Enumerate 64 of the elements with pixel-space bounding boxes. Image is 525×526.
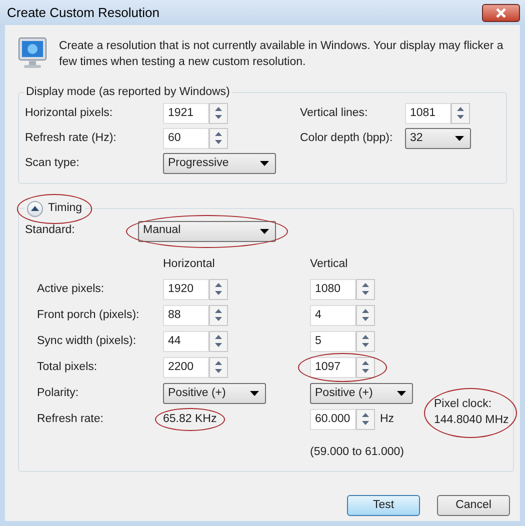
number-field[interactable]: 5 [310, 330, 356, 352]
caret-icon [455, 136, 464, 142]
field-label: Scan type: [25, 156, 80, 172]
caret-icon [397, 390, 406, 396]
field-label: Polarity: [37, 386, 80, 401]
dropdown[interactable]: Positive (+) [163, 382, 266, 404]
number-field[interactable]: 1920 [163, 278, 209, 300]
field-label: Pixel clock: [434, 396, 493, 412]
spin-button[interactable] [209, 128, 228, 150]
field-label: Color depth (bpp): [300, 131, 394, 146]
range-text: (59.000 to 61.000) [310, 444, 405, 460]
spin-button[interactable] [356, 408, 375, 430]
number-field[interactable]: 1081 [405, 103, 451, 124]
collapse-toggle[interactable] [27, 200, 43, 217]
group-title: Display mode (as reported by Windows) [25, 85, 231, 100]
value-text: 144.8040 MHz [434, 412, 509, 428]
spin-button[interactable] [356, 304, 375, 326]
spin-button[interactable] [209, 103, 228, 124]
caret-icon [260, 161, 269, 166]
number-field[interactable]: 88 [163, 304, 209, 326]
number-field[interactable]: 44 [163, 330, 209, 352]
spin-button[interactable] [356, 330, 375, 352]
field-label: Total pixels: [37, 360, 98, 375]
field-label: Horizontal pixels: [25, 106, 114, 122]
spin-button[interactable] [451, 103, 470, 124]
number-field[interactable]: 1097 [310, 356, 356, 378]
column-header: Vertical [310, 256, 349, 272]
spin-button[interactable] [209, 330, 228, 352]
field-label: Front porch (pixels): [37, 308, 140, 323]
close-icon [495, 8, 507, 18]
unit-label: Hz [380, 412, 394, 427]
up-arrow-icon [31, 206, 39, 212]
field-label: Refresh rate: [37, 412, 104, 427]
dialog-button[interactable]: Cancel [437, 495, 510, 516]
dropdown[interactable]: 32 [405, 128, 471, 150]
dropdown[interactable]: Manual [138, 220, 276, 242]
spin-button[interactable] [209, 278, 228, 300]
value-text: 65.82 KHz [163, 412, 217, 427]
field-label: Active pixels: [37, 282, 106, 297]
close-button[interactable] [482, 4, 520, 22]
field-label: Refresh rate (Hz): [25, 131, 118, 146]
dialog-button[interactable]: Test [347, 495, 420, 516]
caret-icon [260, 228, 269, 234]
field-label: Standard: [25, 223, 76, 238]
window-title: Create Custom Resolution [7, 4, 160, 22]
column-header: Horizontal [163, 256, 216, 272]
spin-button[interactable] [356, 278, 375, 300]
caret-icon [250, 390, 259, 396]
number-field[interactable]: 2200 [163, 356, 209, 378]
spin-button[interactable] [209, 356, 228, 378]
field-label: Sync width (pixels): [37, 334, 138, 349]
number-field[interactable]: 1921 [163, 103, 209, 124]
number-field[interactable]: 60 [163, 128, 209, 150]
dropdown[interactable]: Progressive [163, 153, 276, 174]
dropdown[interactable]: Positive (+) [310, 382, 413, 404]
number-field[interactable]: 4 [310, 304, 356, 326]
field-label: Vertical lines: [300, 106, 369, 122]
description-text: Create a resolution that is not currently available in Windows. Your display may flicker a few times when testing a new custom resolution. [59, 39, 504, 70]
number-field[interactable]: 60.000 [310, 408, 356, 430]
monitor-icon [18, 37, 48, 71]
number-field[interactable]: 1080 [310, 278, 356, 300]
section-title: Timing [48, 201, 82, 216]
spin-button[interactable] [209, 304, 228, 326]
spin-button[interactable] [356, 356, 375, 378]
